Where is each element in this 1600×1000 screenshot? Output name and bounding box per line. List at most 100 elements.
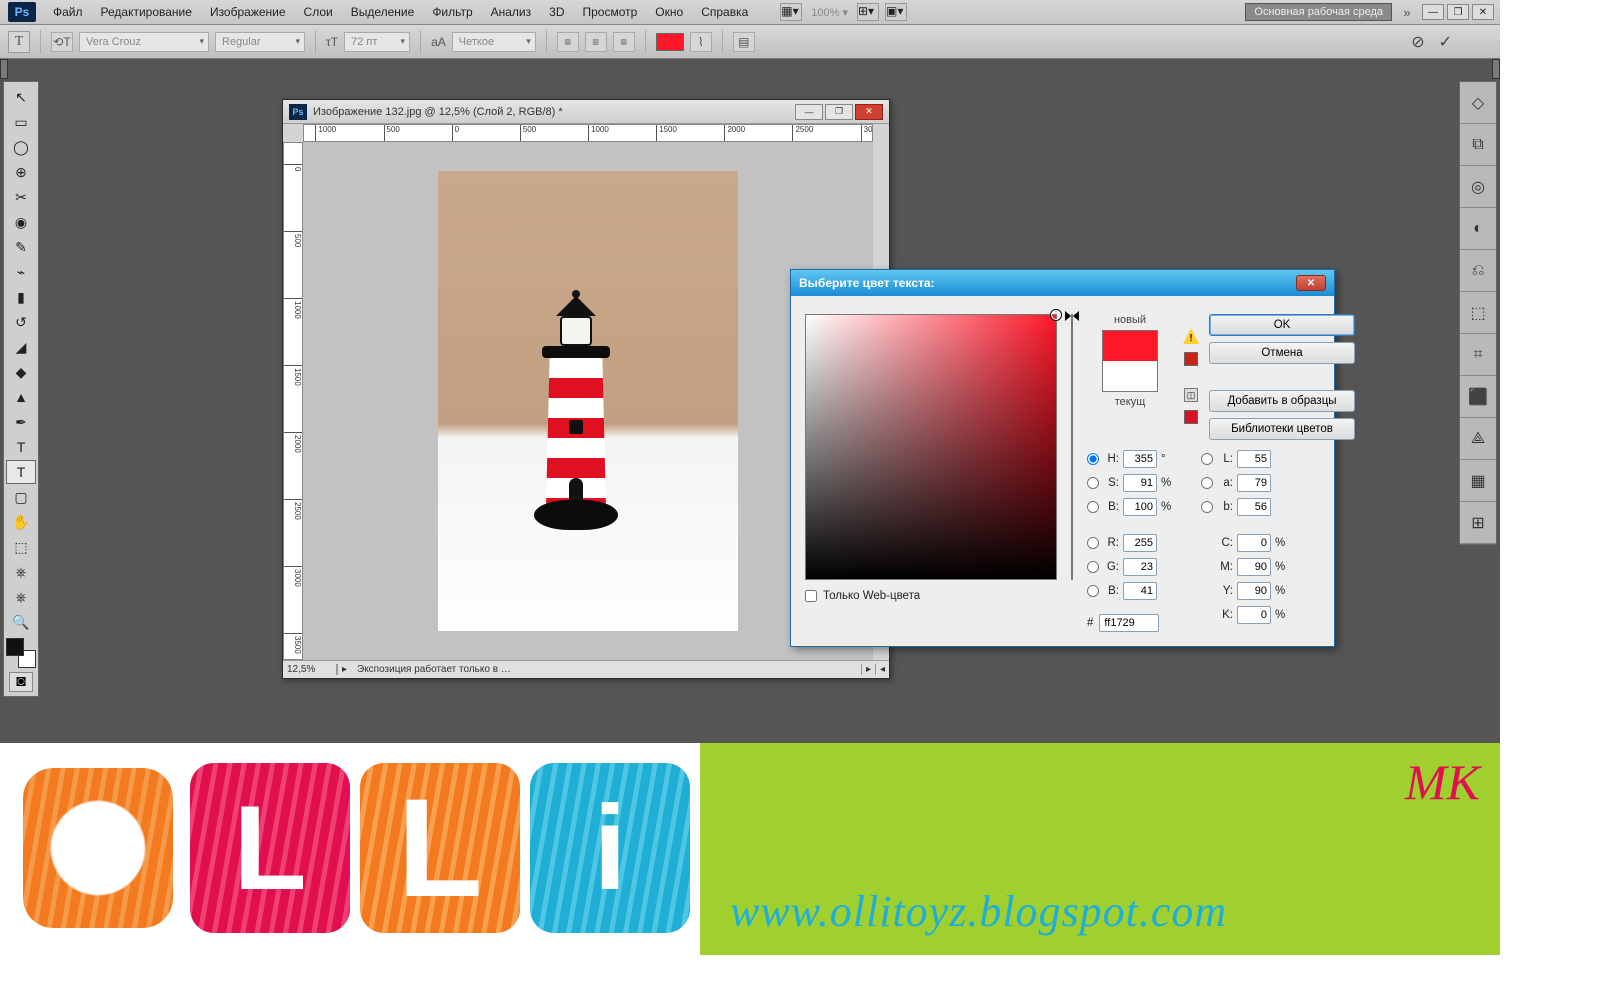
websafe-swatch[interactable]: [1184, 410, 1198, 424]
tool-move[interactable]: ↖: [6, 85, 36, 109]
web-only-checkbox[interactable]: [805, 590, 817, 602]
left-dock-tab[interactable]: [0, 59, 8, 79]
menu-filter[interactable]: Фильтр: [423, 5, 481, 19]
radio-b[interactable]: [1087, 585, 1099, 597]
value-h[interactable]: [1123, 450, 1157, 468]
arrange-docs-icon[interactable]: ⊞▾: [857, 3, 879, 21]
panel-icon-10[interactable]: ⊞: [1460, 502, 1496, 544]
tool-3d[interactable]: ⬚: [6, 535, 36, 559]
current-color-swatch[interactable]: [1103, 361, 1157, 391]
panel-icon-4[interactable]: ⎌: [1460, 250, 1496, 292]
radio-h[interactable]: [1087, 453, 1099, 465]
launch-bridge-icon[interactable]: ▦▾: [780, 3, 802, 21]
warp-text-icon[interactable]: ⌇: [690, 32, 712, 52]
radio-g[interactable]: [1087, 561, 1099, 573]
right-dock-tab[interactable]: [1492, 59, 1500, 79]
value-s[interactable]: [1123, 474, 1157, 492]
panel-icon-3[interactable]: ◐: [1460, 208, 1496, 250]
tool-pen[interactable]: T: [6, 435, 36, 459]
menu-edit[interactable]: Редактирование: [92, 5, 201, 19]
tool-history-brush[interactable]: ↺: [6, 310, 36, 334]
tool-shape[interactable]: ✋: [6, 510, 36, 534]
panel-icon-7[interactable]: ⬛: [1460, 376, 1496, 418]
value-y[interactable]: [1237, 582, 1271, 600]
hue-slider[interactable]: [1071, 314, 1073, 580]
font-size-dropdown[interactable]: 72 пт: [344, 32, 410, 52]
active-tool-icon[interactable]: T: [8, 31, 30, 53]
tool-3d-camera[interactable]: ⎈: [6, 560, 36, 584]
menu-file[interactable]: Файл: [44, 5, 92, 19]
screen-mode-icon[interactable]: ▣▾: [885, 3, 907, 21]
align-left-icon[interactable]: ≡: [557, 32, 579, 52]
color-libraries-button[interactable]: Библиотеки цветов: [1209, 418, 1355, 440]
align-right-icon[interactable]: ≡: [613, 32, 635, 52]
tool-crop[interactable]: ✂: [6, 185, 36, 209]
tool-dodge[interactable]: ✒: [6, 410, 36, 434]
status-next-icon[interactable]: ▸: [861, 664, 875, 675]
picker-close-button[interactable]: ✕: [1296, 275, 1326, 291]
workspace-more-icon[interactable]: »: [1398, 5, 1416, 20]
hscroll-left[interactable]: ◂: [875, 664, 889, 675]
tool-marquee[interactable]: ▭: [6, 110, 36, 134]
radio-bv[interactable]: [1087, 501, 1099, 513]
font-family-dropdown[interactable]: Vera Crouz: [79, 32, 209, 52]
zoom-level-dropdown[interactable]: 100% ▾: [805, 6, 854, 19]
value-g[interactable]: [1123, 558, 1157, 576]
foreground-color-well[interactable]: [6, 638, 24, 656]
menu-help[interactable]: Справка: [692, 5, 757, 19]
restore-button[interactable]: ❐: [1447, 4, 1469, 20]
character-panel-icon[interactable]: ▤: [733, 32, 755, 52]
menu-layer[interactable]: Слои: [295, 5, 342, 19]
antialias-dropdown[interactable]: Четкое: [452, 32, 536, 52]
tool-heal[interactable]: ✎: [6, 235, 36, 259]
cancel-button[interactable]: Отмена: [1209, 342, 1355, 364]
color-wells[interactable]: [6, 638, 36, 668]
gamut-warning-icon[interactable]: !: [1183, 328, 1199, 344]
menu-select[interactable]: Выделение: [342, 5, 424, 19]
value-a[interactable]: [1237, 474, 1271, 492]
value-lb[interactable]: [1237, 498, 1271, 516]
add-swatch-button[interactable]: Добавить в образцы: [1209, 390, 1355, 412]
workspace-button[interactable]: Основная рабочая среда: [1245, 3, 1392, 21]
value-k[interactable]: [1237, 606, 1271, 624]
panel-icon-1[interactable]: ⧉: [1460, 124, 1496, 166]
ok-button[interactable]: OK: [1209, 314, 1355, 336]
color-field[interactable]: [805, 314, 1057, 580]
canvas[interactable]: [303, 142, 873, 660]
value-l[interactable]: [1237, 450, 1271, 468]
value-b[interactable]: [1123, 582, 1157, 600]
radio-lb[interactable]: [1201, 501, 1213, 513]
text-color-swatch[interactable]: [656, 33, 684, 51]
panel-icon-8[interactable]: ⟁: [1460, 418, 1496, 460]
status-menu-icon[interactable]: ▸: [337, 664, 351, 675]
value-bv[interactable]: [1123, 498, 1157, 516]
doc-max-button[interactable]: ❐: [825, 104, 853, 120]
panel-icon-9[interactable]: ▦: [1460, 460, 1496, 502]
text-orientation-icon[interactable]: ⟲T: [51, 32, 73, 52]
tool-blur[interactable]: ▲: [6, 385, 36, 409]
tool-lasso[interactable]: ◯: [6, 135, 36, 159]
tool-stamp[interactable]: ▮: [6, 285, 36, 309]
tool-wand[interactable]: ⊕: [6, 160, 36, 184]
tool-eyedropper[interactable]: ◉: [6, 210, 36, 234]
doc-min-button[interactable]: —: [795, 104, 823, 120]
quick-mask-icon[interactable]: ◙: [9, 672, 33, 692]
align-center-icon[interactable]: ≡: [585, 32, 607, 52]
value-r[interactable]: [1123, 534, 1157, 552]
panel-icon-5[interactable]: ⬚: [1460, 292, 1496, 334]
menu-image[interactable]: Изображение: [201, 5, 295, 19]
doc-zoom-value[interactable]: 12,5%: [283, 664, 337, 675]
panel-icon-6[interactable]: ⌗: [1460, 334, 1496, 376]
radio-l[interactable]: [1201, 453, 1213, 465]
doc-close-button[interactable]: ✕: [855, 104, 883, 120]
commit-edit-icon[interactable]: ✓: [1435, 32, 1456, 52]
close-button[interactable]: ✕: [1472, 4, 1494, 20]
gamut-swatch[interactable]: [1184, 352, 1198, 366]
tool-hand[interactable]: ⎈: [6, 585, 36, 609]
radio-s[interactable]: [1087, 477, 1099, 489]
value-hex[interactable]: [1099, 614, 1159, 632]
cancel-edit-icon[interactable]: ⊘: [1407, 32, 1428, 52]
menu-3d[interactable]: 3D: [540, 5, 573, 19]
tool-type[interactable]: T: [6, 460, 36, 484]
tool-eraser[interactable]: ◢: [6, 335, 36, 359]
